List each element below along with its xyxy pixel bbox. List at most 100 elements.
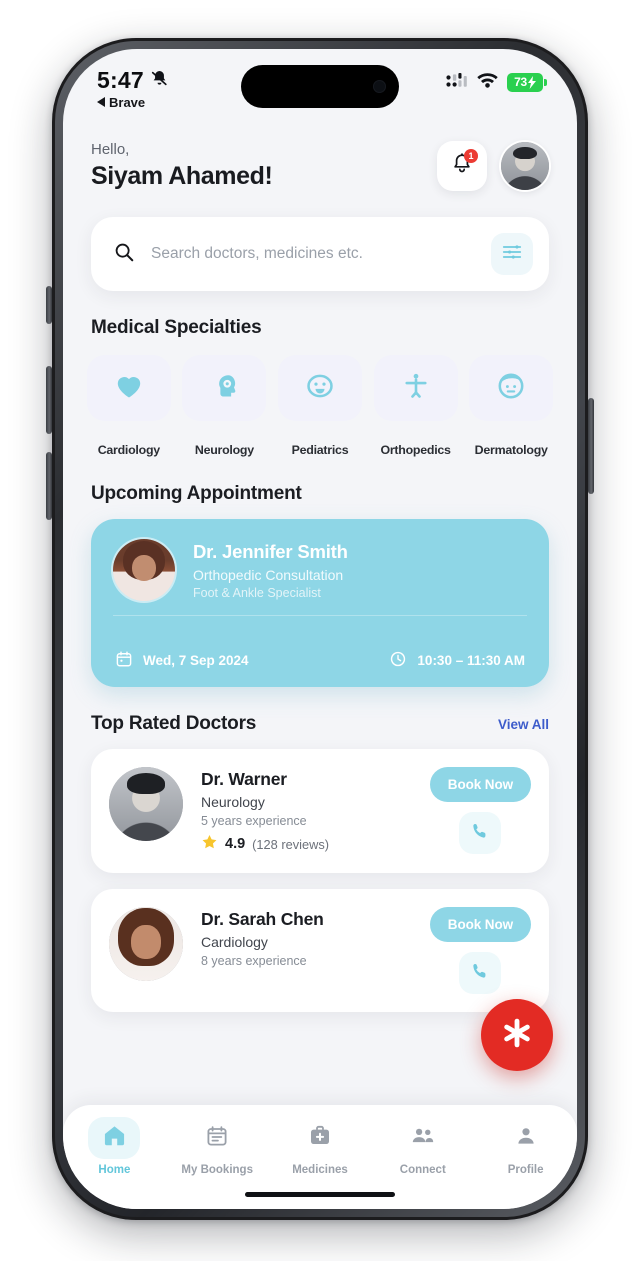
back-to-app-indicator[interactable]: Brave [97, 95, 169, 110]
appointment-top: Dr. Jennifer Smith Orthopedic Consultati… [113, 539, 527, 601]
nav-item-profile[interactable]: Profile [474, 1117, 577, 1176]
user-name: Siyam Ahamed! [91, 162, 273, 190]
nav-label: Medicines [292, 1164, 348, 1176]
wifi-icon [476, 71, 499, 93]
view-all-link[interactable]: View All [498, 717, 549, 732]
nav-item-medicines[interactable]: Medicines [269, 1117, 372, 1176]
appointment-doctor-info: Dr. Jennifer Smith Orthopedic Consultati… [193, 541, 348, 600]
baby-face-icon [304, 370, 336, 407]
sliders-filter-icon [501, 241, 523, 268]
search-bar[interactable] [91, 217, 549, 291]
specialty-item-neurology[interactable]: Neurology [177, 355, 273, 457]
nav-item-home[interactable]: Home [63, 1117, 166, 1176]
search-section [63, 191, 577, 291]
specialties-list: Cardiology Neurology Pediatrics Orthoped… [63, 339, 577, 457]
specialty-item-orthopedics[interactable]: Orthopedics [368, 355, 464, 457]
brain-head-icon [209, 371, 239, 406]
appointment-consultation: Orthopedic Consultation [193, 566, 344, 583]
specialty-icon-bg [469, 355, 554, 421]
appointment-divider [113, 615, 527, 616]
specialty-icon-bg [277, 355, 362, 421]
calendar-icon [115, 650, 133, 671]
power-button[interactable] [588, 398, 594, 494]
doctor-card[interactable]: Dr. Sarah Chen Cardiology 8 years experi… [91, 889, 549, 1012]
notifications-button[interactable]: 1 [437, 141, 487, 191]
specialty-label: Dermatology [474, 443, 548, 457]
nav-icon-bg [500, 1117, 552, 1159]
call-doctor-button[interactable] [459, 952, 502, 994]
search-input[interactable] [151, 245, 475, 263]
specialty-item-dermatology[interactable]: Dermatology [463, 355, 559, 457]
phone-icon [470, 821, 490, 846]
person-icon [514, 1124, 538, 1153]
book-now-button[interactable]: Book Now [429, 907, 531, 942]
medical-bag-icon [308, 1124, 332, 1153]
emergency-fab-button[interactable] [481, 999, 553, 1071]
volume-down-button[interactable] [46, 452, 52, 520]
doctor-experience: 5 years experience [201, 814, 307, 828]
phone-screen: 5:47 Brave 73 Hello, Siyam Ahamed! 1 Sea… [63, 49, 577, 1209]
battery-indicator: 73 [507, 72, 547, 92]
greeting-label: Hello, [91, 141, 130, 158]
specialties-header: Medical Specialties [63, 291, 577, 339]
specialty-label: Cardiology [97, 443, 160, 457]
specialty-label: Orthopedics [380, 443, 451, 457]
nav-icon-bg [88, 1117, 141, 1159]
phone-icon [470, 961, 490, 986]
filter-button[interactable] [491, 233, 533, 275]
header: Hello, Siyam Ahamed! 1 [63, 119, 577, 191]
doctor-name: Dr. Sarah Chen [201, 909, 324, 929]
appointment-time-item: 10:30 – 11:30 AM [389, 650, 525, 671]
doctor-photo [109, 907, 183, 981]
appointment-card[interactable]: Dr. Jennifer Smith Orthopedic Consultati… [91, 519, 549, 687]
face-skin-icon [495, 370, 527, 407]
nav-label: Home [98, 1164, 131, 1176]
emergency-asterisk-icon [500, 1016, 534, 1055]
specialty-icon-bg [182, 355, 267, 421]
appointment-doctor-name: Dr. Jennifer Smith [193, 540, 348, 562]
star-icon [201, 833, 218, 855]
appointment-meta: Wed, 7 Sep 2024 10:30 – 11:30 AM [113, 638, 527, 687]
triangle-left-icon [97, 95, 106, 110]
top-rated-title: Top Rated Doctors [91, 713, 257, 734]
notification-badge: 1 [464, 149, 478, 163]
doctor-specialty: Cardiology [201, 934, 268, 950]
specialties-title: Medical Specialties [91, 317, 262, 338]
nav-icon-bg [294, 1117, 346, 1159]
appointment-card-body: Dr. Jennifer Smith Orthopedic Consultati… [113, 539, 527, 616]
doctor-photo [109, 767, 183, 841]
nav-label: Connect [399, 1164, 446, 1176]
specialty-label: Neurology [194, 443, 254, 457]
status-time: 5:47 [97, 67, 144, 93]
silent-switch[interactable] [46, 286, 52, 324]
battery-percent: 73 [514, 75, 527, 89]
home-indicator[interactable] [245, 1192, 395, 1197]
appointment-time: 10:30 – 11:30 AM [417, 653, 525, 668]
heart-icon [113, 370, 145, 407]
doctor-card[interactable]: Dr. Warner Neurology 5 years experience … [91, 749, 549, 873]
specialty-icon-bg [86, 355, 171, 421]
appointment-specialty-note: Foot & Ankle Specialist [193, 585, 321, 600]
status-bar-left: 5:47 Brave [97, 67, 169, 110]
appointment-section: Dr. Jennifer Smith Orthopedic Consultati… [63, 505, 577, 687]
nav-item-my-bookings[interactable]: My Bookings [166, 1117, 269, 1176]
book-now-button[interactable]: Book Now [429, 767, 531, 802]
body-person-icon [401, 371, 431, 406]
search-icon [113, 241, 135, 268]
specialty-item-cardiology[interactable]: Cardiology [81, 355, 177, 457]
nav-icon-bg [191, 1117, 243, 1159]
cellular-dots-icon [446, 72, 468, 93]
call-doctor-button[interactable] [459, 812, 502, 854]
appointment-title: Upcoming Appointment [91, 483, 302, 504]
doctor-rating-value: 4.9 [225, 836, 246, 852]
specialty-item-pediatrics[interactable]: Pediatrics [272, 355, 368, 457]
volume-up-button[interactable] [46, 366, 52, 434]
nav-icon-bg [397, 1117, 449, 1159]
home-icon [102, 1123, 127, 1153]
top-rated-header: Top Rated Doctors View All [63, 687, 577, 735]
avatar[interactable] [501, 142, 549, 190]
appointment-date-item: Wed, 7 Sep 2024 [115, 650, 249, 671]
nav-item-connect[interactable]: Connect [371, 1117, 474, 1176]
calendar-list-icon [205, 1124, 229, 1153]
dynamic-island [241, 65, 399, 108]
